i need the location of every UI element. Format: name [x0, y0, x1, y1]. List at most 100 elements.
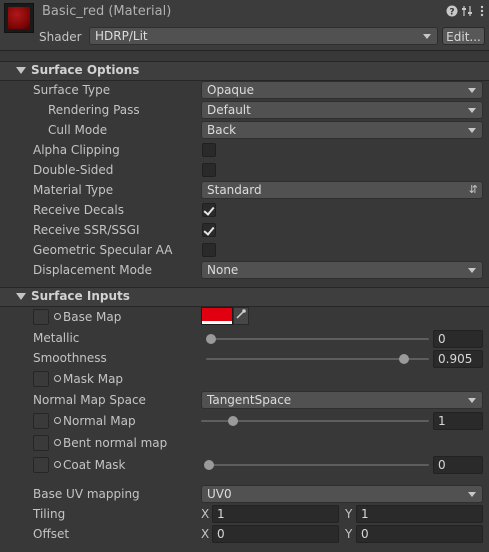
offset-x-field[interactable]: 0	[212, 525, 339, 543]
smoothness-label: Smoothness	[33, 351, 107, 365]
surface-type-label: Surface Type	[33, 83, 111, 97]
receive-ssr-checkbox[interactable]	[202, 223, 216, 237]
displacement-mode-value: None	[207, 263, 239, 277]
offset-x-label: X	[201, 527, 210, 541]
geometric-specular-aa-checkbox[interactable]	[202, 243, 216, 257]
foldout-arrow-icon[interactable]	[16, 293, 26, 300]
tiling-y-label: Y	[345, 507, 353, 521]
edit-shader-button[interactable]: Edit...	[442, 27, 485, 45]
object-picker-icon[interactable]	[54, 375, 61, 382]
base-map-texture-slot[interactable]	[33, 309, 49, 325]
header-divider	[0, 50, 489, 51]
metallic-slider-track[interactable]	[206, 338, 429, 340]
normal-map-slider-thumb[interactable]	[228, 416, 239, 426]
sort-arrows-icon: ⇵	[468, 183, 478, 196]
double-sided-checkbox[interactable]	[202, 163, 216, 177]
material-type-dropdown[interactable]: Standard ⇵	[201, 181, 483, 199]
material-preview-sphere	[8, 7, 30, 29]
tiling-label: Tiling	[33, 507, 66, 521]
bent-normal-map-texture-slot[interactable]	[33, 435, 49, 451]
receive-decals-label: Receive Decals	[33, 203, 124, 217]
rendering-pass-dropdown[interactable]: Default	[201, 101, 483, 119]
normal-map-value: 1	[438, 414, 446, 428]
coat-mask-value: 0	[438, 458, 446, 472]
base-color-swatch[interactable]	[201, 307, 233, 325]
offset-y-label: Y	[345, 527, 353, 541]
coat-mask-value-field[interactable]: 0	[433, 456, 483, 474]
displacement-mode-dropdown[interactable]: None	[201, 261, 483, 279]
coat-mask-texture-slot[interactable]	[33, 457, 49, 473]
normal-map-space-label: Normal Map Space	[33, 393, 146, 407]
normal-map-space-dropdown[interactable]: TangentSpace	[201, 391, 483, 409]
tiling-y-field[interactable]: 1	[356, 505, 483, 523]
tiling-x-value: 1	[217, 507, 225, 521]
surface-options-title: Surface Options	[31, 63, 140, 77]
receive-decals-checkbox[interactable]	[202, 203, 216, 217]
shader-label: Shader	[39, 30, 82, 44]
object-picker-icon[interactable]	[54, 461, 61, 468]
coat-mask-slider-track[interactable]	[204, 464, 429, 466]
metallic-value: 0	[438, 332, 446, 346]
tiling-x-label: X	[201, 507, 210, 521]
object-picker-icon[interactable]	[54, 439, 61, 446]
chevron-down-icon	[468, 108, 476, 113]
base-uv-mapping-dropdown[interactable]: UV0	[201, 485, 483, 503]
rendering-pass-label: Rendering Pass	[48, 103, 140, 117]
base-uv-mapping-value: UV0	[207, 487, 232, 501]
normal-map-value-field[interactable]: 1	[433, 412, 483, 430]
preset-icon[interactable]	[461, 5, 473, 17]
shader-dropdown[interactable]: HDRP/Lit	[89, 27, 438, 45]
tiling-x-field[interactable]: 1	[212, 505, 339, 523]
smoothness-slider-thumb[interactable]	[398, 354, 409, 364]
offset-y-field[interactable]: 0	[356, 525, 483, 543]
cull-mode-value: Back	[207, 123, 237, 137]
cull-mode-label: Cull Mode	[48, 123, 108, 137]
normal-map-texture-slot[interactable]	[33, 413, 49, 429]
object-picker-icon[interactable]	[54, 313, 61, 320]
base-color-fill	[202, 308, 232, 321]
metallic-value-field[interactable]: 0	[433, 330, 483, 348]
geometric-specular-aa-label: Geometric Specular AA	[33, 243, 173, 257]
mask-map-texture-slot[interactable]	[33, 371, 49, 387]
receive-ssr-label: Receive SSR/SSGI	[33, 223, 140, 237]
object-picker-icon[interactable]	[54, 417, 61, 424]
chevron-down-icon	[468, 492, 476, 497]
chevron-down-icon	[468, 88, 476, 93]
material-type-value: Standard	[207, 183, 262, 197]
foldout-arrow-icon[interactable]	[16, 67, 26, 74]
shader-value: HDRP/Lit	[95, 29, 148, 43]
smoothness-value-field[interactable]: 0.905	[433, 350, 483, 368]
eyedropper-icon[interactable]	[233, 307, 249, 325]
offset-x-value: 0	[217, 527, 225, 541]
surface-type-dropdown[interactable]: Opaque	[201, 81, 483, 99]
chevron-down-icon	[468, 398, 476, 403]
rendering-pass-value: Default	[207, 103, 251, 117]
normal-map-space-value: TangentSpace	[207, 393, 292, 407]
surface-inputs-title: Surface Inputs	[31, 289, 130, 303]
coat-mask-slider-thumb[interactable]	[204, 460, 214, 470]
more-options-icon[interactable]	[476, 5, 488, 17]
help-icon[interactable]: ?	[446, 5, 458, 18]
material-type-label: Material Type	[33, 183, 114, 197]
metallic-slider-thumb[interactable]	[206, 334, 216, 344]
cull-mode-dropdown[interactable]: Back	[201, 121, 483, 139]
smoothness-slider-track[interactable]	[206, 358, 429, 360]
checkmark-icon	[203, 224, 215, 236]
chevron-down-icon	[468, 268, 476, 273]
base-uv-mapping-label: Base UV mapping	[33, 487, 140, 501]
mask-map-label: Mask Map	[63, 372, 124, 386]
offset-y-value: 0	[361, 527, 369, 541]
base-map-label: Base Map	[63, 310, 122, 324]
material-title: Basic_red (Material)	[42, 4, 172, 19]
chevron-down-icon	[423, 34, 431, 39]
surface-type-value: Opaque	[207, 83, 255, 97]
double-sided-label: Double-Sided	[33, 163, 114, 177]
checkmark-icon	[203, 204, 215, 216]
svg-text:?: ?	[449, 8, 454, 18]
tiling-y-value: 1	[361, 507, 369, 521]
material-thumbnail[interactable]	[4, 3, 34, 33]
alpha-clipping-label: Alpha Clipping	[33, 143, 120, 157]
bent-normal-map-label: Bent normal map	[63, 436, 168, 450]
displacement-mode-label: Displacement Mode	[33, 263, 153, 277]
alpha-clipping-checkbox[interactable]	[202, 143, 216, 157]
